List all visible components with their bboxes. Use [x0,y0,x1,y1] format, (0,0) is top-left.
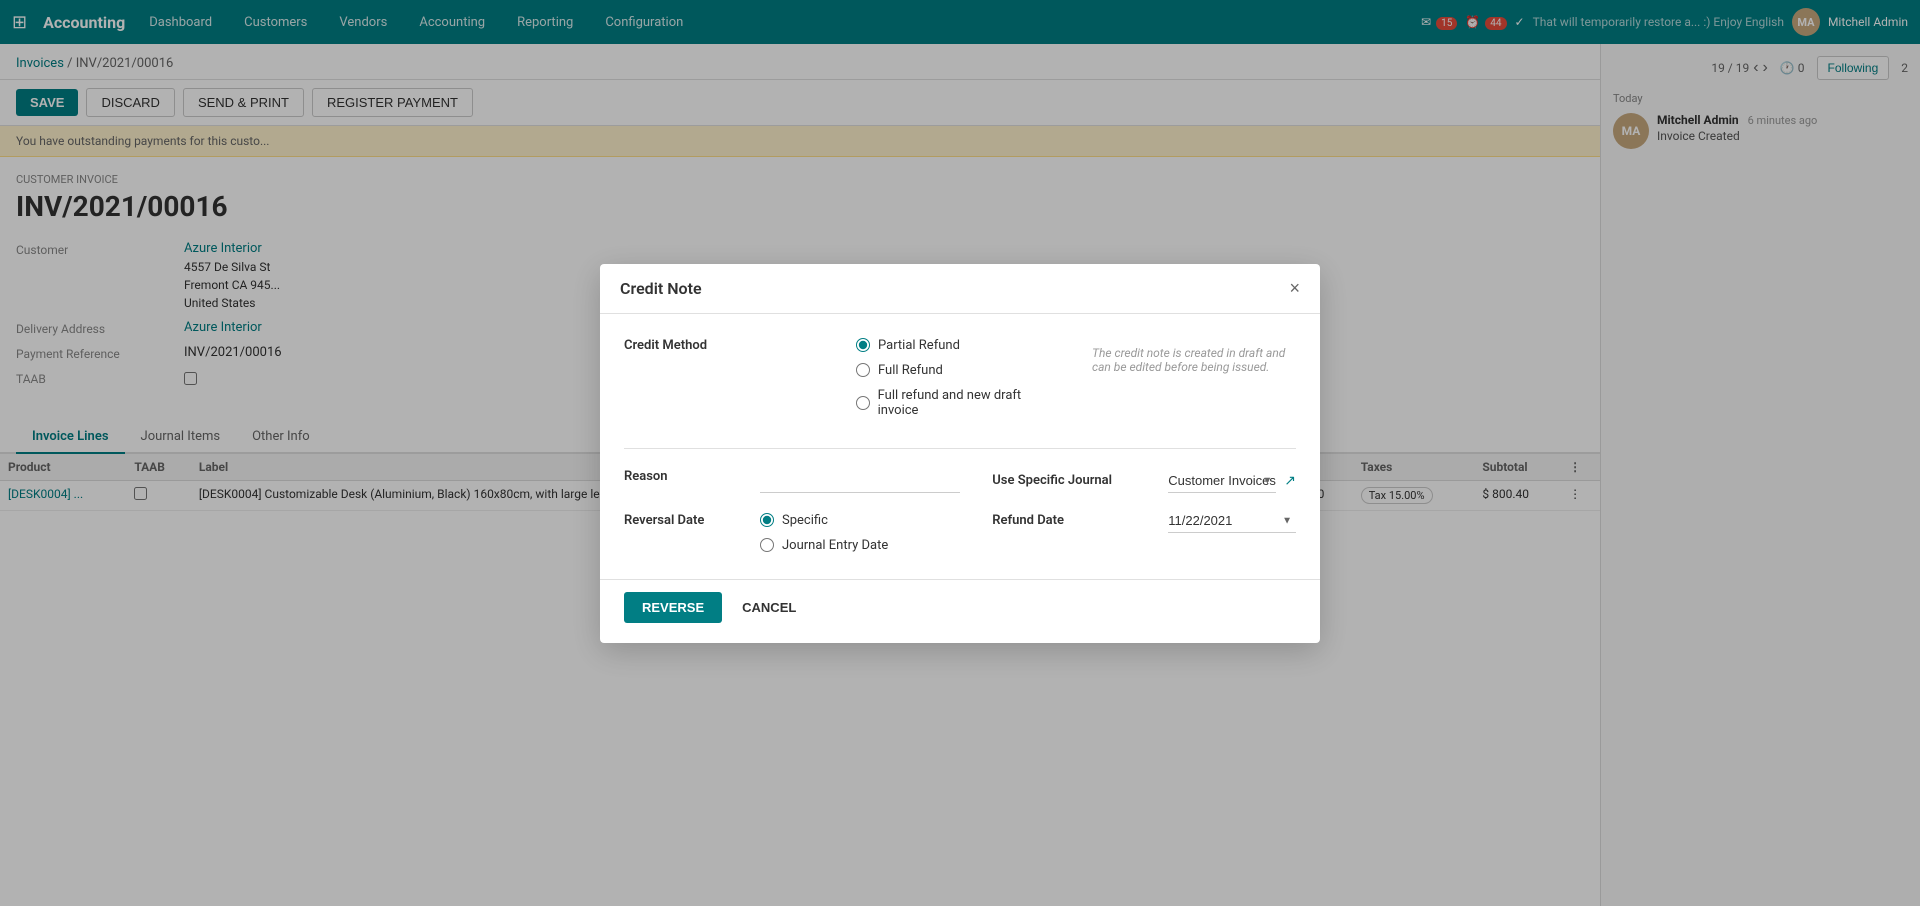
modal-hint: The credit note is created in draft and … [1092,342,1296,374]
journal-field-row: Use Specific Journal Customer Invoices ▼… [992,469,1296,493]
journal-external-link[interactable]: ↗ [1284,473,1296,489]
credit-method-row: Credit Method Partial Refund Full Refund… [624,338,1296,428]
radio-full-new[interactable] [856,396,870,410]
option-journal-entry[interactable]: Journal Entry Date [760,538,888,553]
option-specific[interactable]: Specific [760,513,888,528]
modal-overlay: Credit Note × Credit Method Partial Refu… [0,0,1920,906]
credit-note-modal: Credit Note × Credit Method Partial Refu… [600,264,1320,643]
refund-date-select[interactable]: 11/22/2021 [1168,509,1296,533]
modal-body: Credit Method Partial Refund Full Refund… [600,314,1320,579]
second-row: Reason Reversal Date Specific [624,469,1296,563]
modal-title: Credit Note [620,279,702,298]
modal-footer: REVERSE CANCEL [600,579,1320,643]
refund-date-label: Refund Date [992,513,1152,528]
reversal-date-label: Reversal Date [624,513,744,555]
modal-close-button[interactable]: × [1289,278,1300,299]
modal-header: Credit Note × [600,264,1320,314]
cancel-button[interactable]: CANCEL [730,592,808,623]
option-full-new[interactable]: Full refund and new draft invoice [856,388,1060,418]
journal-select[interactable]: Customer Invoices [1168,469,1276,493]
reason-input[interactable] [760,469,960,493]
option-full-refund[interactable]: Full Refund [856,363,1060,378]
refund-date-field-row: Refund Date 11/22/2021 ▼ [992,509,1296,533]
option-partial-refund[interactable]: Partial Refund [856,338,1060,353]
radio-journal-entry[interactable] [760,538,774,552]
reversal-date-row: Reversal Date Specific Journal Entry Dat… [624,513,960,563]
credit-method-label: Credit Method [624,338,824,353]
reason-row: Reason [624,469,960,493]
modal-divider [624,448,1296,449]
radio-partial[interactable] [856,338,870,352]
reverse-button[interactable]: REVERSE [624,592,722,623]
right-fields: Use Specific Journal Customer Invoices ▼… [992,469,1296,563]
radio-full[interactable] [856,363,870,377]
journal-label: Use Specific Journal [992,473,1152,488]
radio-specific[interactable] [760,513,774,527]
reason-label: Reason [624,469,744,484]
